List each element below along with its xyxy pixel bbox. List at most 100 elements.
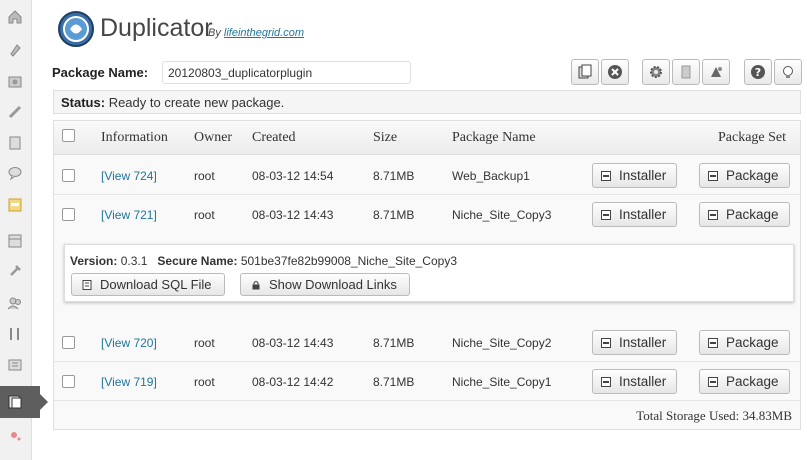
settings-icon[interactable] — [4, 354, 26, 376]
extra-plugin-icon[interactable] — [4, 425, 26, 447]
column-owner: Owner — [194, 130, 233, 145]
idea-button[interactable] — [774, 59, 802, 85]
row-checkbox[interactable] — [62, 208, 75, 221]
duplicator-menu-icon — [8, 395, 22, 409]
toolbar-group-create — [571, 59, 631, 85]
installer-label: Installer — [619, 335, 667, 350]
installer-button[interactable]: Installer — [592, 163, 678, 188]
package-name-cell: Niche_Site_Copy2 — [452, 336, 552, 350]
posts-icon[interactable] — [4, 39, 26, 61]
download-icon — [708, 170, 718, 181]
view-link[interactable]: [View 724] — [101, 169, 157, 183]
package-details-panel: Version: 0.3.1 Secure Name: 501be37fe82b… — [64, 244, 794, 302]
author-link[interactable]: lifeinthegrid.com — [224, 27, 304, 39]
package-name-cell: Niche_Site_Copy1 — [452, 375, 552, 389]
author-credit: By lifeinthegrid.com — [208, 27, 304, 39]
users-icon[interactable] — [4, 292, 26, 314]
download-icon — [708, 337, 718, 348]
column-package-name: Package Name — [452, 130, 536, 145]
created-cell: 08-03-12 14:43 — [252, 208, 334, 222]
lightbulb-icon — [783, 66, 793, 78]
tools-icon[interactable] — [4, 323, 26, 345]
package-button[interactable]: Package — [699, 330, 790, 355]
download-icon — [601, 170, 611, 181]
view-link[interactable]: [View 719] — [101, 375, 157, 389]
toolbar-group-help: ? — [744, 59, 804, 85]
links-icon[interactable] — [4, 101, 26, 123]
size-cell: 8.71MB — [373, 169, 415, 183]
created-cell: 08-03-12 14:43 — [252, 336, 334, 350]
download-icon — [708, 209, 718, 220]
delete-icon — [608, 65, 622, 79]
comments-icon[interactable] — [4, 162, 26, 184]
appearance-icon[interactable] — [4, 230, 26, 252]
created-cell: 08-03-12 14:54 — [252, 169, 334, 183]
column-package-set: Package Set — [718, 130, 787, 145]
secure-name-label: Secure Name: — [157, 254, 238, 268]
installer-label: Installer — [619, 374, 667, 389]
author-prefix: By — [208, 27, 221, 39]
dashboard-icon[interactable] — [4, 6, 26, 28]
installer-button[interactable]: Installer — [592, 202, 678, 227]
package-button[interactable]: Package — [699, 202, 790, 227]
admin-sidebar — [0, 0, 48, 460]
table-row: [View 719] root 08-03-12 14:42 8.71MB Ni… — [54, 362, 800, 401]
view-link[interactable]: [View 720] — [101, 336, 157, 350]
package-name-cell: Niche_Site_Copy3 — [452, 208, 552, 222]
secure-name-value: 501be37fe82b99008_Niche_Site_Copy3 — [240, 254, 457, 268]
version-label: Version: — [70, 254, 118, 268]
duplicator-menu-active[interactable] — [0, 386, 48, 418]
row-checkbox[interactable] — [62, 375, 75, 388]
package-label: Package — [726, 168, 779, 183]
page-title: Duplicator — [100, 14, 213, 42]
installer-label: Installer — [619, 168, 667, 183]
system-check-icon — [681, 65, 691, 79]
create-package-icon — [578, 64, 592, 79]
settings-button[interactable] — [642, 59, 670, 85]
created-cell: 08-03-12 14:42 — [252, 375, 334, 389]
installer-button[interactable]: Installer — [592, 330, 678, 355]
svg-text:?: ? — [755, 66, 761, 79]
delete-package-button[interactable] — [601, 59, 629, 85]
column-created: Created — [252, 130, 296, 145]
row-checkbox[interactable] — [62, 336, 75, 349]
package-name-input[interactable] — [162, 61, 411, 84]
download-icon — [601, 376, 611, 387]
download-icon — [708, 376, 718, 387]
installer-button[interactable]: Installer — [592, 369, 678, 394]
help-button[interactable]: ? — [744, 59, 772, 85]
select-all-checkbox[interactable] — [62, 129, 75, 142]
pages-icon[interactable] — [4, 132, 26, 154]
packages-table: Information Owner Created Size Package N… — [53, 120, 801, 430]
table-row: [View 721] root 08-03-12 14:43 8.71MB Ni… — [54, 195, 800, 234]
plugins-icon[interactable] — [4, 260, 26, 282]
view-link[interactable]: [View 721] — [101, 208, 157, 222]
package-name-cell: Web_Backup1 — [452, 169, 530, 183]
media-icon[interactable] — [4, 71, 26, 93]
details-line: Version: 0.3.1 Secure Name: 501be37fe82b… — [70, 254, 457, 268]
total-storage: Total Storage Used: 34.83MB — [636, 408, 792, 423]
size-cell: 8.71MB — [373, 336, 415, 350]
show-download-links-button[interactable]: Show Download Links — [240, 273, 410, 296]
row-checkbox[interactable] — [62, 169, 75, 182]
download-icon — [601, 209, 611, 220]
database-icon — [82, 279, 92, 290]
diagnostics-button[interactable] — [702, 59, 730, 85]
status-text: Ready to create new package. — [108, 95, 285, 110]
package-button[interactable]: Package — [699, 369, 790, 394]
table-row: [View 720] root 08-03-12 14:43 8.71MB Ni… — [54, 323, 800, 362]
plugin-page-icon[interactable] — [4, 194, 26, 216]
owner-cell: root — [194, 208, 215, 222]
download-sql-button[interactable]: Download SQL File — [71, 273, 225, 296]
owner-cell: root — [194, 375, 215, 389]
owner-cell: root — [194, 336, 215, 350]
version-value: 0.3.1 — [120, 254, 148, 268]
column-size: Size — [373, 130, 398, 145]
package-button[interactable]: Package — [699, 163, 790, 188]
installer-label: Installer — [619, 207, 667, 222]
create-package-button[interactable] — [571, 59, 599, 85]
package-label: Package — [726, 207, 779, 222]
system-check-button[interactable] — [672, 59, 700, 85]
table-header: Information Owner Created Size Package N… — [54, 121, 800, 155]
size-cell: 8.71MB — [373, 375, 415, 389]
